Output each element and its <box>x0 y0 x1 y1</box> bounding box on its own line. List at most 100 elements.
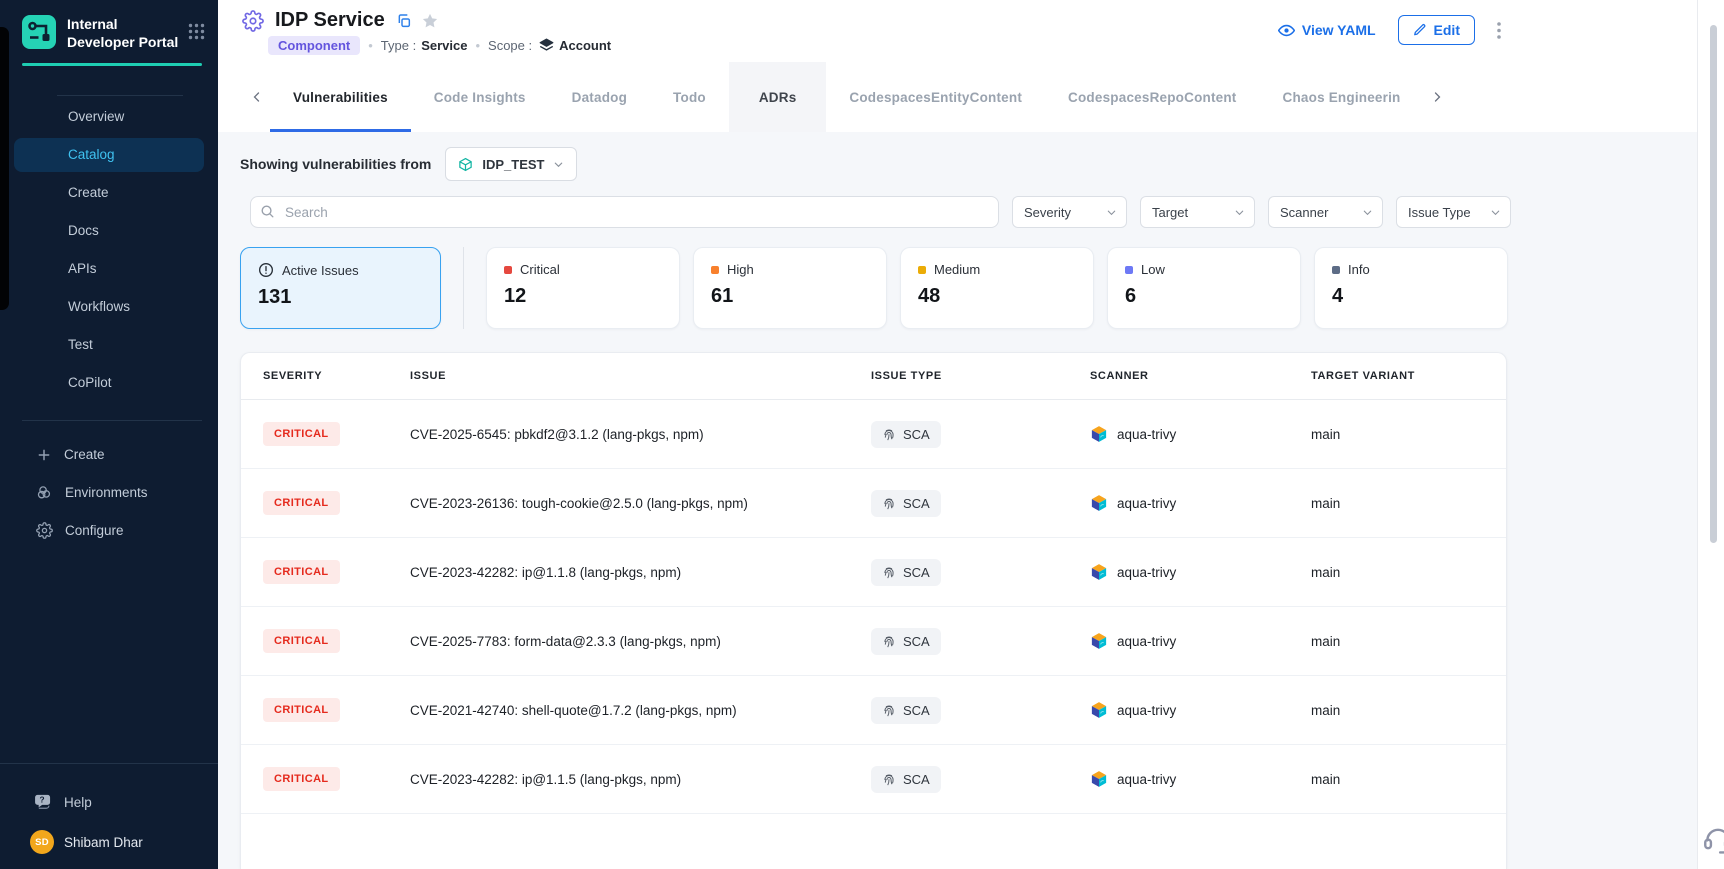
sidebar-item-overview[interactable]: Overview <box>14 100 204 134</box>
issue-text: CVE-2025-7783: form-data@2.3.3 (lang-pkg… <box>410 634 871 649</box>
card-value: 4 <box>1332 285 1490 308</box>
scanner-cell: aqua-trivy <box>1090 425 1311 443</box>
edit-button[interactable]: Edit <box>1398 15 1475 45</box>
filter-label: Scanner <box>1280 205 1328 220</box>
copy-icon[interactable] <box>396 13 412 29</box>
favorite-star-icon[interactable] <box>421 12 439 30</box>
search-input[interactable] <box>250 196 999 228</box>
user-menu[interactable]: SD Shibam Dhar <box>30 827 218 857</box>
tabs-scroll-right-icon[interactable] <box>1424 62 1450 132</box>
issue-text: CVE-2021-42740: shell-quote@1.7.2 (lang-… <box>410 703 871 718</box>
card-label: Critical <box>520 262 560 277</box>
chevron-down-icon <box>1106 207 1117 218</box>
sidebar-action-configure[interactable]: Configure <box>0 512 218 550</box>
filter-target[interactable]: Target <box>1140 196 1255 228</box>
scope-toolbar: Showing vulnerabilities from IDP_TEST <box>240 148 577 180</box>
scanner-name: aqua-trivy <box>1117 703 1176 718</box>
chevron-down-icon <box>1362 207 1373 218</box>
pencil-icon <box>1413 23 1427 37</box>
fingerprint-icon <box>882 496 896 510</box>
tab-chaos-engineerin[interactable]: Chaos Engineerin <box>1260 62 1424 132</box>
summary-card-critical[interactable]: Critical 12 <box>486 247 680 329</box>
sidebar-item-apis[interactable]: APIs <box>14 252 204 286</box>
gear-icon <box>36 522 53 539</box>
table-row[interactable]: CRITICAL CVE-2023-42282: ip@1.1.8 (lang-p… <box>241 538 1506 607</box>
table-row[interactable]: CRITICALCVE-2023-42282: ip@1.1.5 (lang-p… <box>241 745 1506 814</box>
severity-badge: CRITICAL <box>263 560 340 584</box>
alert-circle-icon <box>258 262 274 278</box>
severity-dot <box>1125 266 1133 274</box>
apps-grid-icon[interactable] <box>187 22 206 41</box>
tab-code-insights[interactable]: Code Insights <box>411 62 549 132</box>
view-yaml-button[interactable]: View YAML <box>1278 22 1376 39</box>
user-name: Shibam Dhar <box>64 835 143 850</box>
severity-dot <box>711 266 719 274</box>
sidebar-actions: CreateEnvironmentsConfigure <box>0 436 218 550</box>
target-variant: main <box>1311 703 1506 718</box>
card-label-row: Low <box>1125 262 1283 277</box>
sidebar-item-copilot[interactable]: CoPilot <box>14 366 204 400</box>
tab-todo[interactable]: Todo <box>650 62 729 132</box>
cards-divider <box>463 247 464 329</box>
table-row[interactable]: CRITICALCVE-2023-26136: tough-cookie@2.5… <box>241 469 1506 538</box>
sidebar-item-create[interactable]: Create <box>14 176 204 210</box>
tab-vulnerabilities[interactable]: Vulnerabilities <box>270 62 411 132</box>
trivy-icon <box>1090 494 1108 512</box>
issue-type-cell: SCA <box>871 697 1090 724</box>
sidebar-item-catalog[interactable]: Catalog <box>14 138 204 172</box>
issue-type-label: SCA <box>903 496 930 511</box>
vertical-scrollbar[interactable] <box>1710 25 1717 543</box>
sidebar-item-workflows[interactable]: Workflows <box>14 290 204 324</box>
issue-type-chip: SCA <box>871 421 941 448</box>
filter-severity[interactable]: Severity <box>1012 196 1127 228</box>
brand-title: Internal Developer Portal <box>67 15 179 52</box>
tab-codespacesrepocontent[interactable]: CodespacesRepoContent <box>1045 62 1259 132</box>
filter-issue-type[interactable]: Issue Type <box>1396 196 1511 228</box>
page-title: IDP Service <box>275 9 385 32</box>
filter-scanner[interactable]: Scanner <box>1268 196 1383 228</box>
table-row[interactable]: CRITICALCVE-2025-6545: pbkdf2@3.1.2 (lan… <box>241 400 1506 469</box>
tabs-scroll-left-icon[interactable] <box>244 62 270 132</box>
tab-adrs[interactable]: ADRs <box>729 62 827 132</box>
issue-type-label: SCA <box>903 703 930 718</box>
card-value: 61 <box>711 285 869 308</box>
summary-card-active-issues[interactable]: Active Issues131 <box>240 247 441 329</box>
summary-card-medium[interactable]: Medium48 <box>900 247 1094 329</box>
table-row[interactable]: CRITICALCVE-2025-7783: form-data@2.3.3 (… <box>241 607 1506 676</box>
search-icon <box>260 204 275 219</box>
sidebar-item-docs[interactable]: Docs <box>14 214 204 248</box>
card-label: Medium <box>934 262 980 277</box>
issue-text: CVE-2023-26136: tough-cookie@2.5.0 (lang… <box>410 496 871 511</box>
more-options-icon[interactable] <box>1497 22 1501 39</box>
header-actions: View YAML Edit <box>1278 15 1501 45</box>
sidebar: Internal Developer Portal Overview Catalo… <box>0 0 218 869</box>
scanner-cell: aqua-trivy <box>1090 770 1311 788</box>
summary-card-info[interactable]: Info4 <box>1314 247 1508 329</box>
severity-dot <box>1332 266 1340 274</box>
support-headset-icon[interactable] <box>1701 822 1724 856</box>
issue-text: CVE-2023-42282: ip@1.1.8 (lang-pkgs, npm… <box>410 565 871 580</box>
issue-type-chip: SCA <box>871 628 941 655</box>
type-value: Service <box>421 38 467 53</box>
filter-label: Target <box>1152 205 1188 220</box>
card-label: High <box>727 262 754 277</box>
summary-card-low[interactable]: Low6 <box>1107 247 1301 329</box>
card-value: 12 <box>504 285 662 308</box>
project-selector[interactable]: IDP_TEST <box>445 147 577 181</box>
issue-type-cell: SCA <box>871 421 1090 448</box>
tab-datadog[interactable]: Datadog <box>549 62 650 132</box>
sidebar-action-create[interactable]: Create <box>0 436 218 474</box>
table-header: SEVERITYISSUEISSUE TYPESCANNERTARGET VAR… <box>241 353 1506 400</box>
meta-separator <box>368 38 373 53</box>
service-gear-icon <box>242 10 264 32</box>
issue-text: CVE-2025-6545: pbkdf2@3.1.2 (lang-pkgs, … <box>410 427 871 442</box>
help-button[interactable]: ? Help <box>33 783 218 821</box>
portal-logo-icon[interactable] <box>22 15 56 49</box>
tab-codespacesentitycontent[interactable]: CodespacesEntityContent <box>826 62 1045 132</box>
sidebar-item-test[interactable]: Test <box>14 328 204 362</box>
target-variant: main <box>1311 496 1506 511</box>
sidebar-action-environments[interactable]: Environments <box>0 474 218 512</box>
table-row[interactable]: CRITICALCVE-2021-42740: shell-quote@1.7.… <box>241 676 1506 745</box>
summary-card-high[interactable]: High 61 <box>693 247 887 329</box>
scanner-name: aqua-trivy <box>1117 772 1176 787</box>
